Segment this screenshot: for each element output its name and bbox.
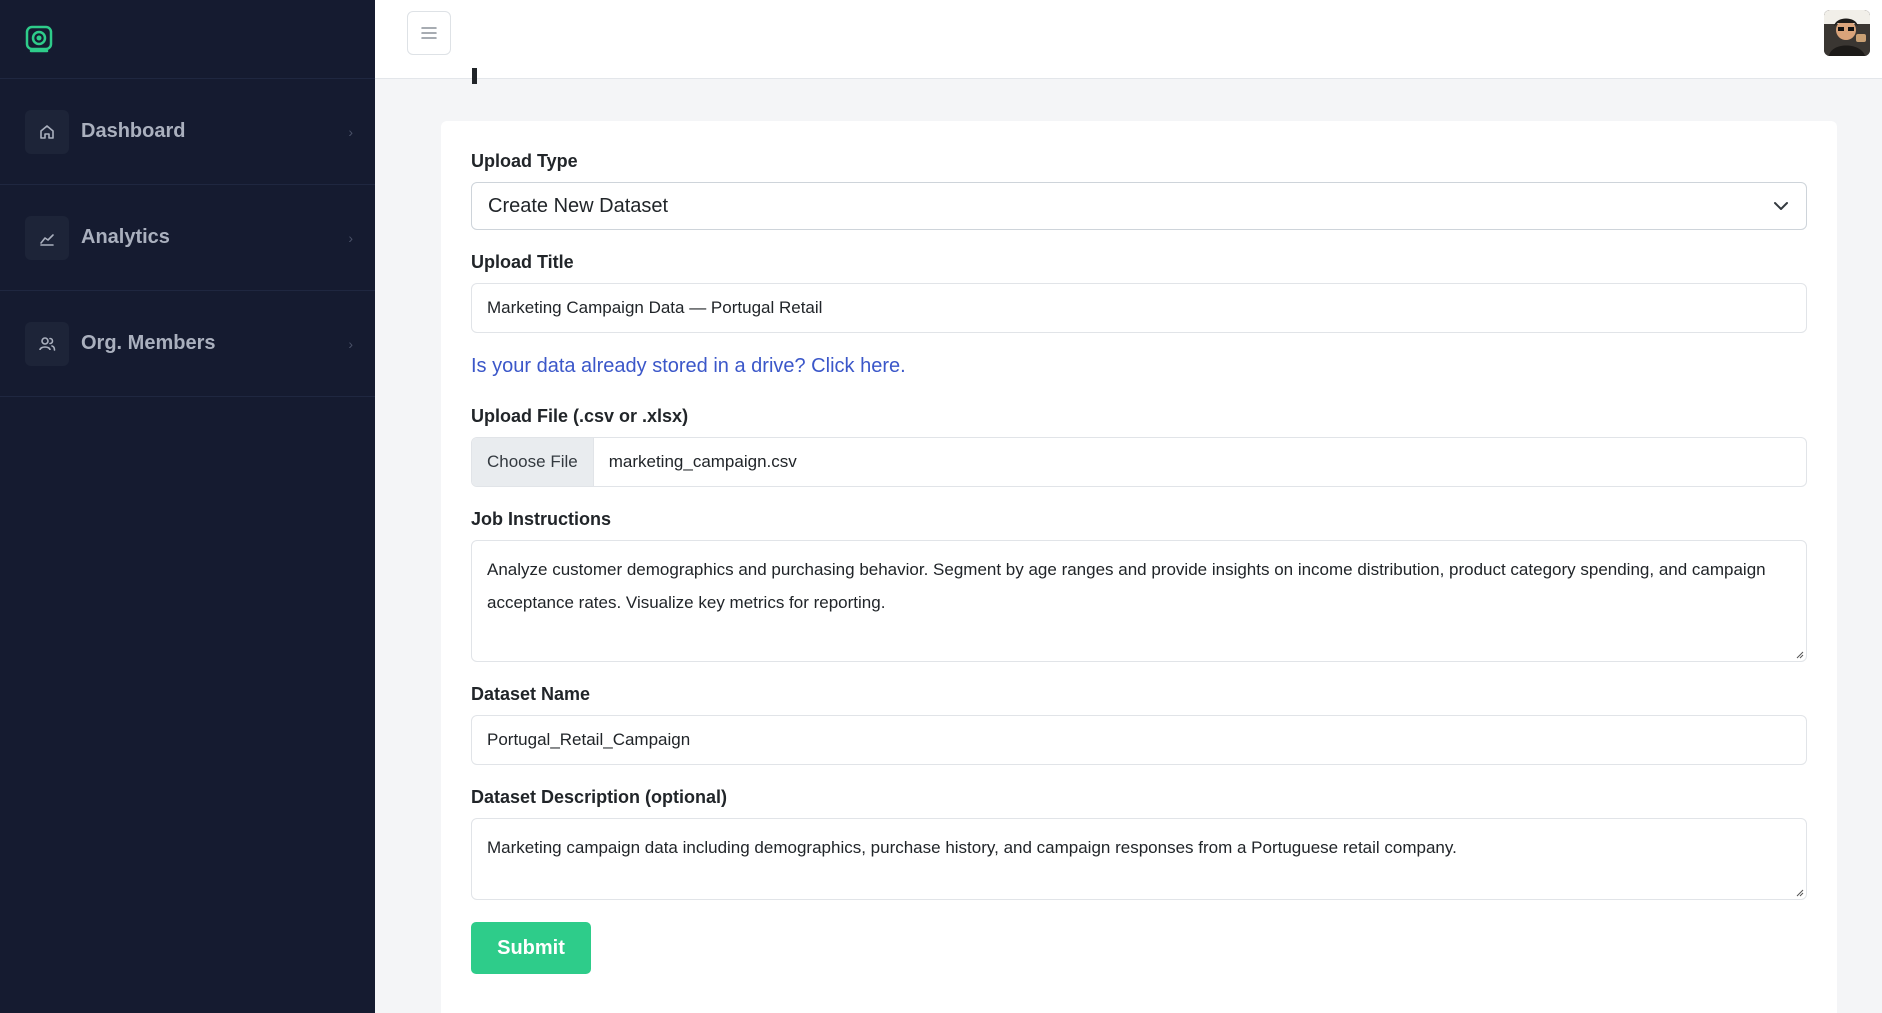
sidebar-item-label: Analytics bbox=[81, 226, 170, 248]
choose-file-button[interactable]: Choose File bbox=[472, 438, 594, 486]
sidebar: Dashboard › Analytics › Org. Members › bbox=[0, 0, 375, 1013]
sidebar-item-dashboard[interactable]: Dashboard › bbox=[0, 79, 375, 185]
dataset-name-input[interactable]: Portugal_Retail_Campaign bbox=[471, 715, 1807, 765]
upload-type-label: Upload Type bbox=[471, 151, 578, 171]
topbar bbox=[375, 0, 1882, 79]
chevron-right-icon: › bbox=[348, 229, 353, 246]
resize-handle-icon[interactable] bbox=[1794, 887, 1804, 897]
job-instructions-value: Analyze customer demographics and purcha… bbox=[487, 560, 1766, 612]
dataset-description-label: Dataset Description (optional) bbox=[471, 787, 728, 807]
chevron-right-icon: › bbox=[348, 335, 353, 352]
drive-link[interactable]: Is your data already stored in a drive? … bbox=[471, 355, 1807, 378]
dataset-description-textarea[interactable]: Marketing campaign data including demogr… bbox=[471, 818, 1807, 900]
job-instructions-textarea[interactable]: Analyze customer demographics and purcha… bbox=[471, 540, 1807, 662]
chevron-right-icon: › bbox=[348, 123, 353, 140]
chevron-down-icon bbox=[1774, 202, 1788, 210]
menu-toggle-button[interactable] bbox=[407, 11, 451, 55]
upload-title-input[interactable]: Marketing Campaign Data — Portugal Retai… bbox=[471, 283, 1807, 333]
upload-type-value: Create New Dataset bbox=[488, 194, 669, 217]
sidebar-item-label: Dashboard bbox=[81, 120, 186, 142]
chart-line-icon bbox=[25, 215, 69, 260]
resize-handle-icon[interactable] bbox=[1794, 649, 1804, 659]
page-title-fragment bbox=[472, 68, 477, 84]
upload-type-select[interactable]: Create New Dataset bbox=[471, 182, 1807, 230]
sidebar-item-analytics[interactable]: Analytics › bbox=[0, 185, 375, 291]
dataset-description-value: Marketing campaign data including demogr… bbox=[487, 838, 1457, 857]
upload-form-card: Upload Type Create New Dataset Upload Ti… bbox=[441, 121, 1837, 1013]
avatar[interactable] bbox=[1824, 10, 1870, 56]
upload-file-label: Upload File (.csv or .xlsx) bbox=[471, 406, 689, 426]
upload-title-label: Upload Title bbox=[471, 252, 574, 272]
home-icon bbox=[25, 109, 69, 154]
submit-button[interactable]: Submit bbox=[471, 922, 591, 974]
users-icon bbox=[25, 321, 69, 366]
hamburger-icon bbox=[421, 27, 437, 39]
sidebar-item-label: Org. Members bbox=[81, 332, 216, 354]
dataset-name-label: Dataset Name bbox=[471, 684, 591, 704]
sidebar-item-org-members[interactable]: Org. Members › bbox=[0, 291, 375, 397]
job-instructions-label: Job Instructions bbox=[471, 509, 612, 529]
selected-file-name: marketing_campaign.csv bbox=[608, 452, 797, 471]
logo-area bbox=[0, 0, 375, 79]
upload-file-input[interactable]: Choose File marketing_campaign.csv bbox=[471, 437, 1807, 487]
app-logo-icon[interactable] bbox=[24, 24, 54, 54]
